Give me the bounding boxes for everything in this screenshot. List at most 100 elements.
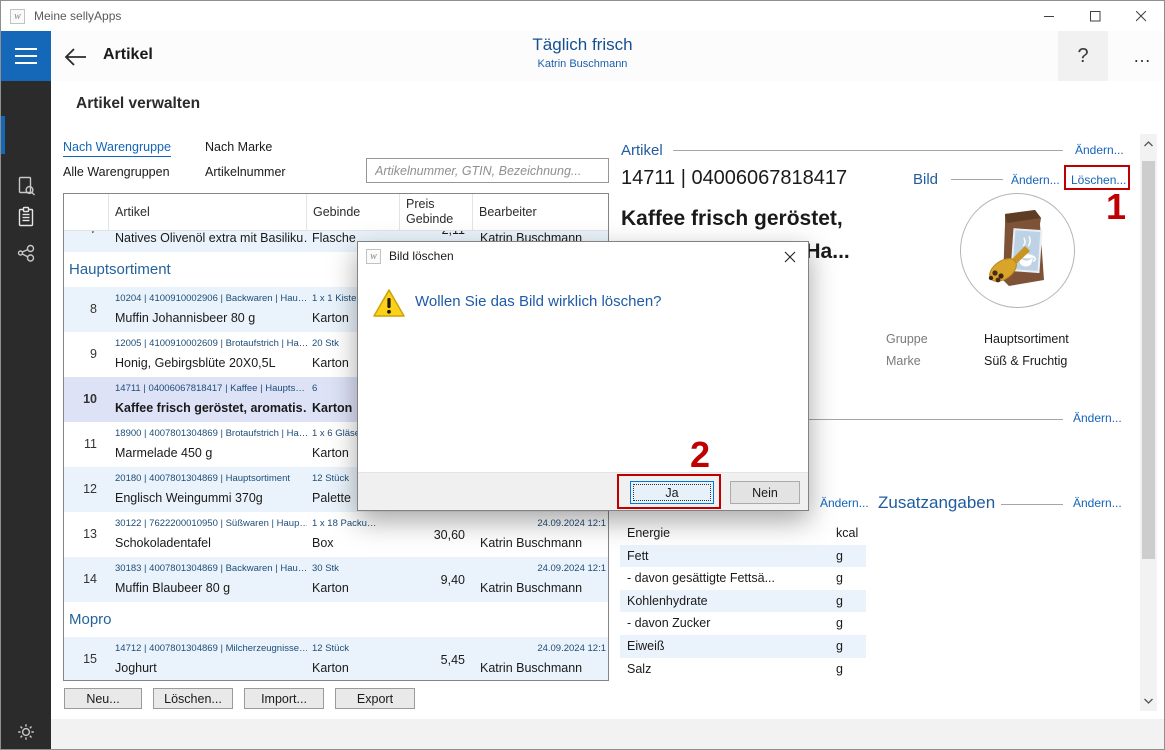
nutrition-row: Fett g — [620, 545, 866, 568]
article-number: 14711 | 04006067818417 — [621, 167, 847, 190]
nutrient-label: Fett — [627, 549, 649, 563]
article-name: Muffin Blaubeer 80 g — [115, 581, 230, 595]
nutrient-unit: g — [836, 549, 843, 563]
nutrient-label: Salz — [627, 662, 651, 676]
table-row[interactable]: 15 14712 | 4007801304869 | Milcherzeugni… — [64, 637, 608, 680]
maximize-icon[interactable] — [1072, 1, 1118, 31]
article-name: Englisch Weingummi 370g — [115, 491, 263, 505]
nutrient-label: - davon Zucker — [627, 616, 710, 630]
back-arrow-icon[interactable] — [61, 43, 89, 71]
artikel-change-link[interactable]: Ändern... — [1075, 143, 1124, 157]
article-cell: 30122 | 7622200010950 | Süßwaren | Haup…… — [109, 512, 307, 557]
nutrient-unit: g — [836, 662, 843, 676]
scrollbar-thumb[interactable] — [1142, 161, 1155, 559]
gebinde-cell: 12 Stück Karton — [307, 637, 400, 680]
nutrition-row: Kohlenhydrate g — [620, 590, 866, 613]
article-name: Kaffee frisch geröstet, aromatis… — [115, 401, 307, 415]
article-cell: 20180 | 4007801304869 | Hauptsortiment E… — [109, 467, 307, 512]
search-box — [366, 158, 609, 183]
article-cell: 30183 | 4007801304869 | Backwaren | Hau…… — [109, 557, 307, 602]
dialog-close-icon[interactable] — [782, 249, 798, 265]
article-cell: 10204 | 4100910002906 | Backwaren | Hau…… — [109, 287, 307, 332]
price-cell: 30,60 — [400, 512, 473, 557]
gebinde-value: Karton — [312, 581, 349, 595]
column-header-preis: Preis Gebinde — [400, 194, 473, 230]
gebinde-meta: 12 Stück — [312, 643, 349, 654]
nutrient-unit: g — [836, 616, 843, 630]
edit-date: 24.09.2024 12:1 — [537, 518, 606, 529]
sort-value[interactable]: Artikelnummer — [205, 165, 286, 179]
bild-change-link[interactable]: Ändern... — [1011, 173, 1060, 187]
table-header: Artikel Gebinde Preis Gebinde Bearbeiter — [64, 194, 608, 231]
nutrition-row: Energie kcal — [620, 522, 866, 545]
more-options-icon[interactable]: … — [1119, 31, 1165, 81]
article-meta: 10204 | 4100910002906 | Backwaren | Hau… — [115, 293, 307, 304]
scroll-up-icon[interactable] — [1140, 137, 1157, 151]
article-cell: 18900 | 4007801304869 | Brotaufstrich | … — [109, 422, 307, 467]
detail-scrollbar[interactable] — [1140, 134, 1157, 711]
article-meta: 18900 | 4007801304869 | Brotaufstrich | … — [115, 428, 307, 439]
warengruppe-value[interactable]: Alle Warengruppen — [63, 165, 170, 179]
nutrient-label: Kohlenhydrate — [627, 594, 708, 608]
gebinde-meta: 1 x 18 Packu… — [312, 518, 376, 529]
hamburger-menu-icon[interactable] — [1, 31, 51, 81]
sidebar-item-share-icon[interactable] — [1, 236, 51, 270]
gebinde-cell: 30 Stk Karton — [307, 557, 400, 602]
article-meta: 30122 | 7622200010950 | Süßwaren | Haup… — [115, 518, 307, 529]
settings-gear-icon[interactable] — [1, 717, 51, 747]
edit-date: 24.09.2024 12:1 — [537, 643, 606, 654]
article-meta: 30183 | 4007801304869 | Backwaren | Hau… — [115, 563, 307, 574]
group-label: Hauptsortiment — [69, 261, 171, 278]
export-button[interactable]: Export — [335, 688, 415, 709]
nutrition-change-link[interactable]: Ändern... — [820, 496, 869, 510]
user-name: Katrin Buschmann — [381, 58, 784, 70]
help-icon[interactable]: ? — [1058, 31, 1108, 81]
price-value: 5,45 — [441, 653, 465, 667]
import-button[interactable]: Import... — [244, 688, 324, 709]
article-name-line1: Kaffee frisch geröstet, — [621, 207, 843, 230]
action-bar: Neu... Löschen... Import... Export — [64, 688, 415, 709]
filter-tab-warengruppe[interactable]: Nach Warengruppe — [63, 140, 171, 157]
article-meta: 20180 | 4007801304869 | Hauptsortiment — [115, 473, 290, 484]
divider — [1001, 504, 1063, 505]
table-group-header: Mopro — [64, 602, 608, 637]
minimize-icon[interactable] — [1026, 1, 1072, 31]
no-button[interactable]: Nein — [730, 481, 800, 504]
gebinde-meta: 12 Stück — [312, 473, 349, 484]
app-window: w Meine sellyApps Artikel Täglich frisch… — [0, 0, 1165, 750]
zusatz-change-link[interactable]: Ändern... — [1073, 496, 1122, 510]
section-heading: Artikel verwalten — [76, 95, 200, 113]
detail-artikel-title: Artikel — [621, 142, 663, 159]
nutrient-label: Eiweiß — [627, 639, 665, 653]
article-cell: 14712 | 4007801304869 | Milcherzeugnisse… — [109, 637, 307, 680]
delete-image-dialog: w Bild löschen Wollen Sie das Bild wirkl… — [357, 241, 809, 511]
edit-date: 24.09.2024 12:1 — [537, 563, 606, 574]
nutrient-label: - davon gesättigte Fettsä... — [627, 571, 775, 585]
nutrition-row: - davon gesättigte Fettsä... g — [620, 567, 866, 590]
middle-section-change-link[interactable]: Ändern... — [1073, 411, 1122, 425]
search-input[interactable] — [366, 158, 609, 183]
filter-tab-marke[interactable]: Nach Marke — [205, 140, 272, 154]
dialog-app-icon: w — [366, 249, 381, 264]
column-header-num — [64, 194, 109, 230]
new-button[interactable]: Neu... — [64, 688, 142, 709]
row-number: 14 — [64, 557, 109, 602]
row-number: 10 — [64, 377, 109, 422]
detail-bild-title: Bild — [913, 171, 938, 188]
column-header-artikel: Artikel — [109, 194, 307, 230]
article-meta: 14712 | 4007801304869 | Milcherzeugnisse… — [115, 643, 307, 654]
table-row[interactable]: 13 30122 | 7622200010950 | Süßwaren | Ha… — [64, 512, 608, 557]
divider — [673, 150, 1063, 151]
dialog-title: Bild löschen — [389, 249, 454, 263]
editor-name: Katrin Buschmann — [480, 581, 582, 595]
price-value: 30,60 — [434, 528, 465, 542]
scroll-down-icon[interactable] — [1140, 694, 1157, 708]
article-name: Joghurt — [115, 661, 157, 675]
delete-button[interactable]: Löschen... — [153, 688, 233, 709]
gebinde-value: Karton — [312, 661, 349, 675]
company-name: Täglich frisch — [381, 35, 784, 55]
row-number: 15 — [64, 637, 109, 680]
table-row[interactable]: 14 30183 | 4007801304869 | Backwaren | H… — [64, 557, 608, 602]
sidebar-item-articles-clipboard-icon[interactable] — [1, 198, 51, 236]
close-icon[interactable] — [1118, 1, 1164, 31]
